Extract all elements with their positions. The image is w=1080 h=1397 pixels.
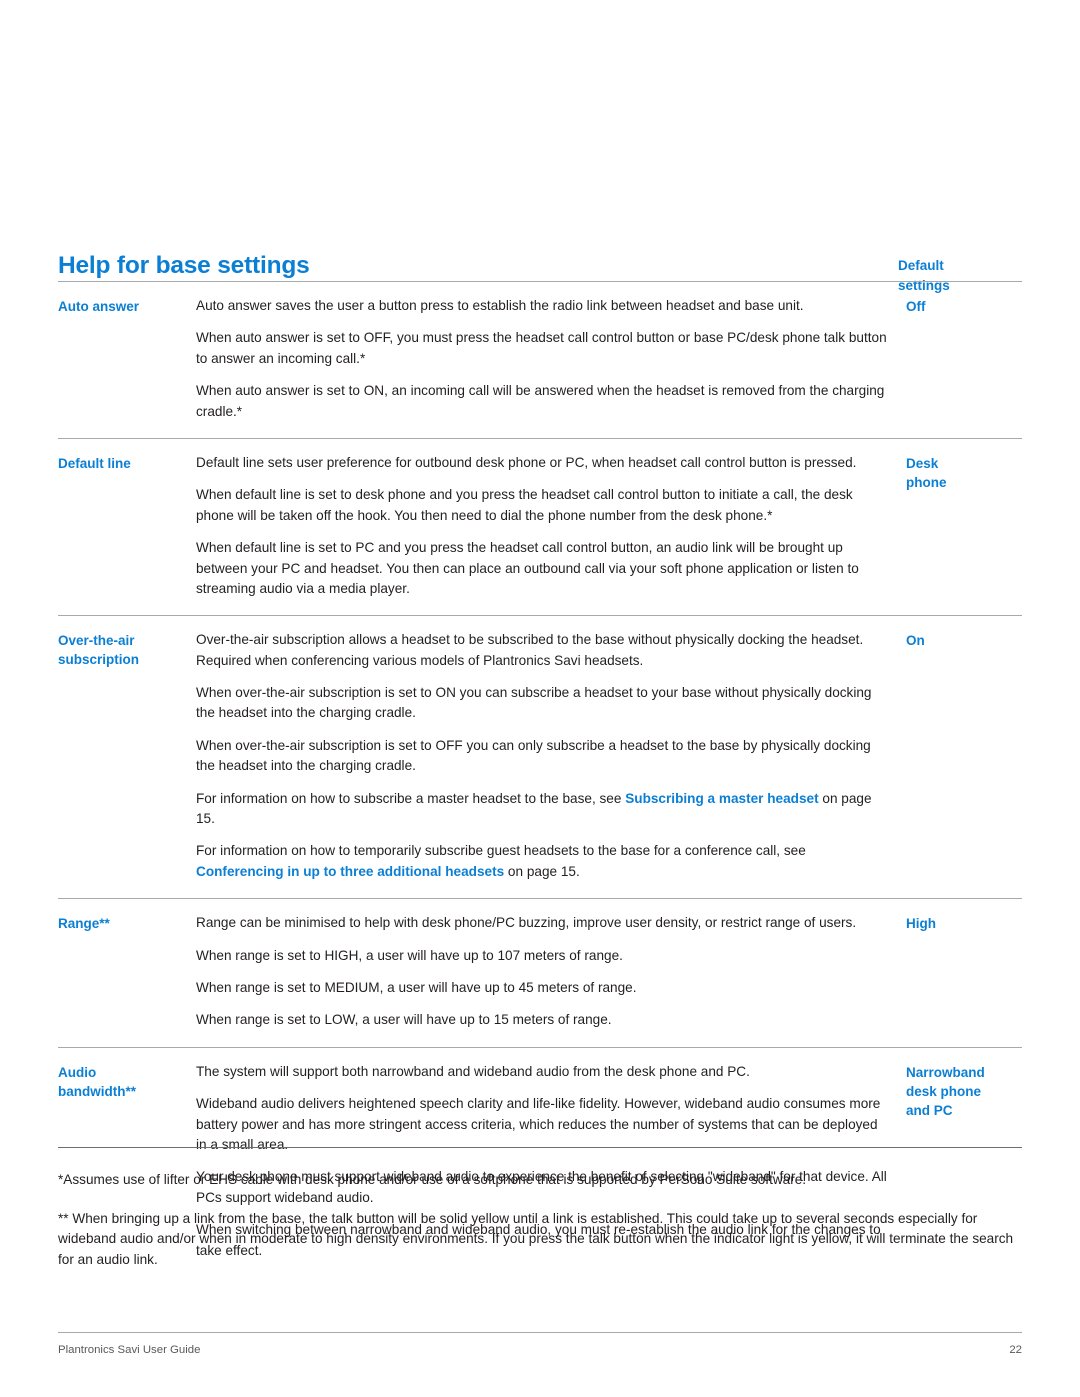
- setting-description: Auto answer saves the user a button pres…: [196, 296, 906, 422]
- description-paragraph: For information on how to temporarily su…: [196, 841, 888, 882]
- description-paragraph: When range is set to MEDIUM, a user will…: [196, 979, 637, 995]
- setting-description: Range can be minimised to help with desk…: [196, 913, 906, 1031]
- default-setting-value: High: [906, 913, 1022, 933]
- setting-name-line: bandwidth**: [58, 1083, 136, 1099]
- default-setting-value-line: Off: [906, 299, 926, 314]
- description-paragraph: When range is set to LOW, a user will ha…: [196, 1012, 612, 1028]
- description-paragraph: For information on how to subscribe a ma…: [196, 789, 888, 830]
- default-setting-value-line: Desk: [906, 455, 939, 471]
- default-setting-value-line: phone: [906, 475, 947, 491]
- description-paragraph: When over-the-air subscription is set to…: [196, 685, 872, 721]
- page-title: Help for base settings: [58, 252, 310, 280]
- setting-description: Over-the-air subscription allows a heads…: [196, 630, 906, 882]
- document-page: Help for base settings Default settings A…: [0, 0, 1080, 1397]
- description-paragraph: Auto answer saves the user a button pres…: [196, 298, 804, 313]
- default-setting-value-line: and PC: [906, 1103, 953, 1119]
- description-paragraph: When range is set to HIGH, a user will h…: [196, 947, 623, 963]
- description-paragraph: Default line sets user preference for ou…: [196, 454, 857, 470]
- footnotes-section: *Assumes use of lifter or EHS cable with…: [58, 1147, 1022, 1271]
- default-setting-value: Desk phone: [906, 453, 1022, 492]
- setting-name-line: Auto answer: [58, 299, 140, 314]
- footer-guide-name: Plantronics Savi User Guide: [58, 1344, 201, 1356]
- setting-name-line: Range**: [58, 916, 110, 932]
- setting-name-line: Over-the-air: [58, 633, 135, 649]
- settings-row: Range** Range can be minimised to help wi…: [58, 898, 1022, 1047]
- default-setting-value: Off: [906, 296, 1022, 316]
- default-setting-value: On: [906, 630, 1022, 650]
- settings-row: Auto answer Auto answer saves the user a …: [58, 281, 1022, 438]
- paragraph-prefix-text: For information on how to temporarily su…: [196, 843, 806, 859]
- settings-row: Default line Default line sets user prefe…: [58, 437, 1022, 615]
- cross-reference-link[interactable]: Subscribing a master headset: [625, 791, 818, 806]
- description-paragraph: When auto answer is set to ON, an incomi…: [196, 383, 885, 419]
- description-paragraph: When auto answer is set to OFF, you must…: [196, 330, 887, 366]
- footer-page-number: 22: [1009, 1344, 1022, 1356]
- setting-name-line: subscription: [58, 652, 140, 668]
- description-paragraph: When over-the-air subscription is set to…: [196, 737, 871, 774]
- default-setting-value: Narrowband desk phone and PC: [906, 1062, 1022, 1120]
- setting-name: Over-the-air subscription: [58, 630, 196, 669]
- settings-row: Over-the-air subscription Over-the-air sub…: [58, 615, 1022, 898]
- paragraph-prefix-text: For information on how to subscribe a ma…: [196, 790, 626, 806]
- description-paragraph: The system will support both narrowband …: [196, 1063, 750, 1079]
- page-footer: Plantronics Savi User Guide 22: [58, 1332, 1022, 1356]
- default-setting-value-line: On: [906, 633, 925, 649]
- default-setting-value-line: Narrowband: [906, 1064, 985, 1080]
- description-paragraph: When default line is set to PC and you p…: [196, 540, 859, 596]
- footnote: *Assumes use of lifter or EHS cable with…: [58, 1172, 807, 1187]
- setting-name: Default line: [58, 453, 196, 473]
- setting-name: Audio bandwidth**: [58, 1062, 196, 1101]
- setting-name-line: Audio: [58, 1064, 97, 1080]
- setting-name-line: Default line: [58, 455, 131, 471]
- description-paragraph: When default line is set to desk phone a…: [196, 487, 853, 523]
- setting-description: Default line sets user preference for ou…: [196, 453, 906, 599]
- description-paragraph: Over-the-air subscription allows a heads…: [196, 632, 864, 668]
- default-setting-value-line: desk phone: [906, 1083, 982, 1099]
- setting-name: Auto answer: [58, 296, 196, 316]
- footnote: ** When bringing up a link from the base…: [58, 1210, 1014, 1267]
- cross-reference-link[interactable]: Conferencing in up to three additional h…: [196, 864, 504, 879]
- description-paragraph: Range can be minimised to help with desk…: [196, 915, 857, 931]
- paragraph-suffix-text: on page 15.: [504, 863, 580, 879]
- setting-name: Range**: [58, 913, 196, 933]
- default-setting-value-line: High: [906, 916, 936, 932]
- column-header-line: Default: [898, 258, 944, 274]
- base-settings-table: Auto answer Auto answer saves the user a …: [58, 281, 1022, 1277]
